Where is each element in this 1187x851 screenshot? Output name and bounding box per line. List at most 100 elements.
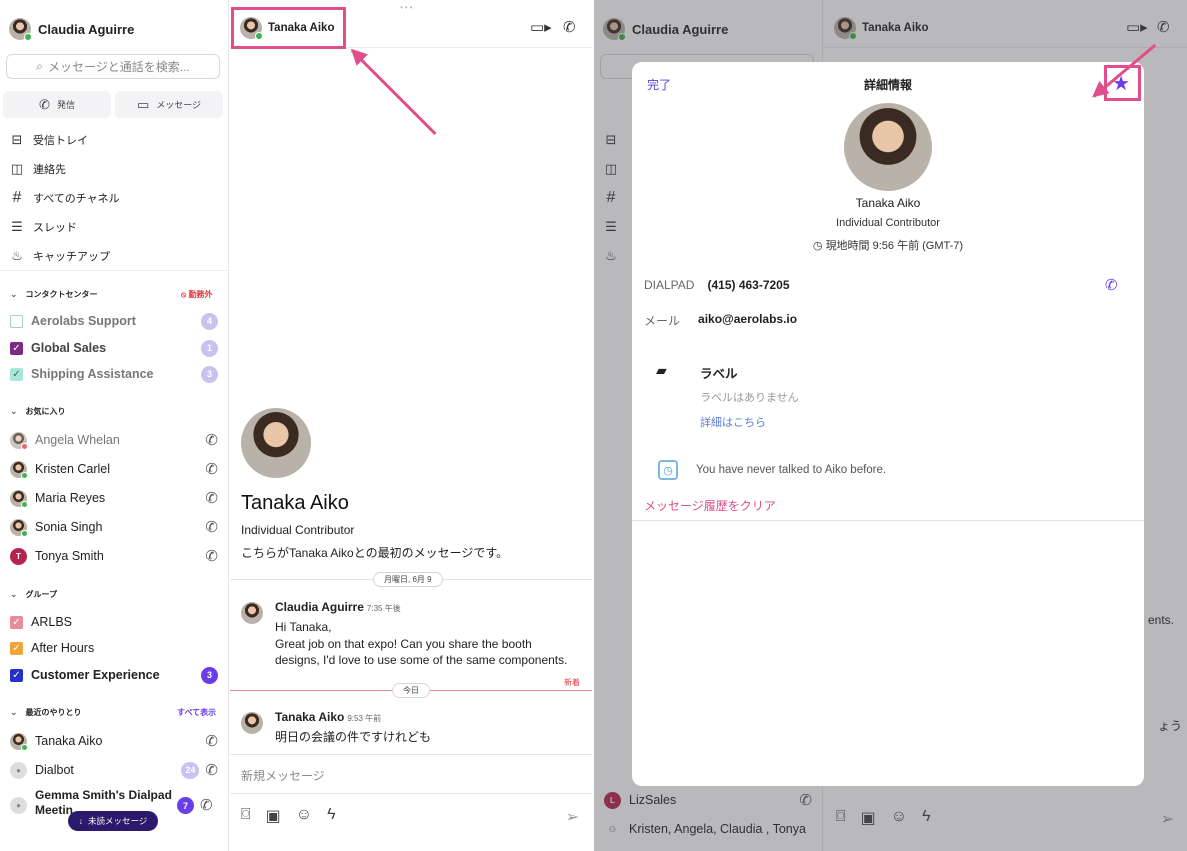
labels-empty: ラベルはありません: [700, 392, 799, 404]
fav-angela[interactable]: Angela Whelan ✆: [10, 429, 218, 451]
divider: [632, 520, 1144, 521]
message-line: 明日の会議の件ですけれども: [275, 730, 432, 744]
user-avatar: [9, 18, 32, 41]
phone-icon[interactable]: ✆: [205, 431, 218, 449]
fav-maria[interactable]: Maria Reyes ✆: [10, 487, 218, 509]
fav-sonia[interactable]: Sonia Singh ✆: [10, 516, 218, 538]
user-name: Claudia Aguirre: [38, 21, 135, 37]
new-label: 新着: [564, 678, 580, 687]
item-label: Kristen Carlel: [35, 462, 111, 476]
item-label: Tanaka Aiko: [35, 734, 103, 748]
section-groups[interactable]: ⌄ グループ: [10, 589, 57, 600]
phone-icon[interactable]: ✆: [200, 796, 213, 814]
status-off-duty[interactable]: ⦸ 勤務外: [181, 289, 212, 300]
phone-icon[interactable]: ✆: [205, 489, 218, 507]
threads-icon: ☰: [11, 219, 23, 234]
intro-text: こちらがTanaka Aikoとの最初のメッセージです。: [241, 546, 509, 560]
phone-icon[interactable]: ✆: [205, 547, 218, 565]
send-icon[interactable]: ➢: [566, 807, 579, 827]
message-label: メッセージ: [156, 100, 202, 110]
avatar: [241, 712, 263, 734]
color-swatch: ✓: [10, 668, 23, 682]
details-modal: 詳細情報 完了 ★ Tanaka Aiko Individual Contrib…: [632, 62, 1144, 786]
call-button[interactable]: ✆ 発信: [3, 91, 111, 118]
nav-label: 連絡先: [33, 164, 66, 176]
call-label: 発信: [56, 100, 75, 110]
contacts-icon: ◫: [10, 161, 24, 176]
section-title: お気に入り: [25, 407, 66, 416]
divider: [0, 270, 229, 271]
compose-toolbar: ⌼ ▣ ☺ ϟ: [241, 806, 336, 826]
clear-history-button[interactable]: メッセージ履歴をクリア: [644, 497, 776, 514]
nav-label: スレッド: [33, 222, 77, 234]
item-label: After Hours: [31, 641, 95, 655]
divider: [230, 793, 592, 794]
chevron-down-icon: ⌄: [10, 589, 18, 599]
cc-item-shipping[interactable]: ✓ Shipping Assistance 3: [10, 363, 218, 385]
labels-title: ラベル: [700, 367, 738, 381]
dialpad-label: DIALPAD: [644, 278, 695, 292]
search-input[interactable]: ⌕ メッセージと通話を検索...: [6, 54, 220, 79]
email-label: メール: [644, 314, 681, 328]
phone-icon[interactable]: ✆: [205, 732, 218, 750]
phone-icon[interactable]: ✆: [1105, 276, 1118, 294]
image-icon[interactable]: ▣: [266, 806, 281, 826]
annotation-arrow: [350, 49, 437, 135]
lightning-icon[interactable]: ϟ: [327, 806, 335, 826]
phone-icon[interactable]: ✆: [563, 18, 576, 36]
sidebar-header[interactable]: Claudia Aguirre: [9, 18, 135, 41]
message-input[interactable]: 新規メッセージ: [241, 767, 325, 784]
color-swatch: ✓: [10, 341, 23, 355]
nav-contacts[interactable]: ◫ 連絡先: [10, 161, 66, 177]
local-time: ◷ 現地時間 9:56 午前 (GMT-7): [632, 237, 1144, 253]
phone-icon[interactable]: ✆: [205, 460, 218, 478]
section-contact-center[interactable]: ⌄ コンタクトセンター: [10, 289, 98, 300]
date-pill: 月曜日, 6月 9: [373, 572, 443, 587]
count-badge: 3: [201, 666, 218, 684]
recent-dialbot[interactable]: ● Dialbot 24 ✆: [10, 759, 218, 781]
section-title: 最近のやりとり: [25, 708, 82, 717]
done-button[interactable]: 完了: [647, 76, 671, 93]
group-arlbs[interactable]: ✓ ARLBS: [10, 611, 218, 633]
group-after-hours[interactable]: ✓ After Hours: [10, 637, 218, 659]
camera-icon[interactable]: ⌼: [241, 806, 251, 826]
unread-messages-button[interactable]: ↓ 未読メッセージ: [68, 811, 158, 831]
author-name: Tanaka Aiko: [275, 710, 345, 724]
initial-avatar: T: [10, 547, 27, 565]
nav-catchup[interactable]: ♨ キャッチアップ: [10, 248, 110, 264]
fav-tonya[interactable]: T Tonya Smith ✆: [10, 545, 218, 567]
emoji-icon[interactable]: ☺: [296, 806, 312, 826]
color-swatch: ✓: [10, 615, 23, 629]
cc-item-global-sales[interactable]: ✓ Global Sales 1: [10, 337, 218, 359]
arrow-down-icon: ↓: [78, 816, 83, 826]
recent-tanaka[interactable]: Tanaka Aiko ✆: [10, 730, 218, 752]
group-customer-experience[interactable]: ✓ Customer Experience 3: [10, 664, 218, 686]
color-swatch: ✓: [10, 641, 23, 655]
message-button[interactable]: ▭ メッセージ: [115, 91, 223, 118]
video-call-icon[interactable]: ▭▸: [530, 18, 552, 36]
nav-threads[interactable]: ☰ スレッド: [10, 219, 77, 235]
phone-icon[interactable]: ✆: [205, 518, 218, 536]
email-row: メール aiko@aerolabs.io: [644, 312, 797, 329]
cc-item-aerolabs[interactable]: Aerolabs Support 4: [10, 310, 218, 332]
message-line: Hi Tanaka,: [275, 620, 332, 634]
email-value[interactable]: aiko@aerolabs.io: [698, 312, 797, 329]
message: Claudia Aguirre 7:35 午後 Hi Tanaka, Great …: [241, 600, 586, 669]
section-recents[interactable]: ⌄ 最近のやりとり: [10, 707, 82, 718]
learn-more-link[interactable]: 詳細はこちら: [700, 414, 766, 430]
chevron-down-icon: ⌄: [10, 289, 18, 299]
nav-inbox[interactable]: ⊟ 受信トレイ: [10, 132, 88, 148]
phone-icon[interactable]: ✆: [205, 761, 218, 779]
show-all-link[interactable]: すべて表示: [177, 707, 216, 718]
fav-kristen[interactable]: Kristen Carlel ✆: [10, 458, 218, 480]
contact-name: Tanaka Aiko: [855, 196, 921, 210]
nav-channels[interactable]: # すべてのチャネル: [10, 189, 120, 207]
section-favorites[interactable]: ⌄ お気に入り: [10, 406, 66, 417]
count-badge: 3: [201, 365, 218, 383]
message-body: 明日の会議の件ですけれども: [275, 729, 586, 746]
person-icon: ●: [10, 797, 27, 814]
color-swatch: [10, 314, 23, 328]
chat-intro: Tanaka Aiko Individual Contributor こちらがT…: [241, 408, 508, 561]
hash-icon: #: [12, 189, 22, 206]
dialpad-number[interactable]: (415) 463-7205: [707, 278, 789, 292]
